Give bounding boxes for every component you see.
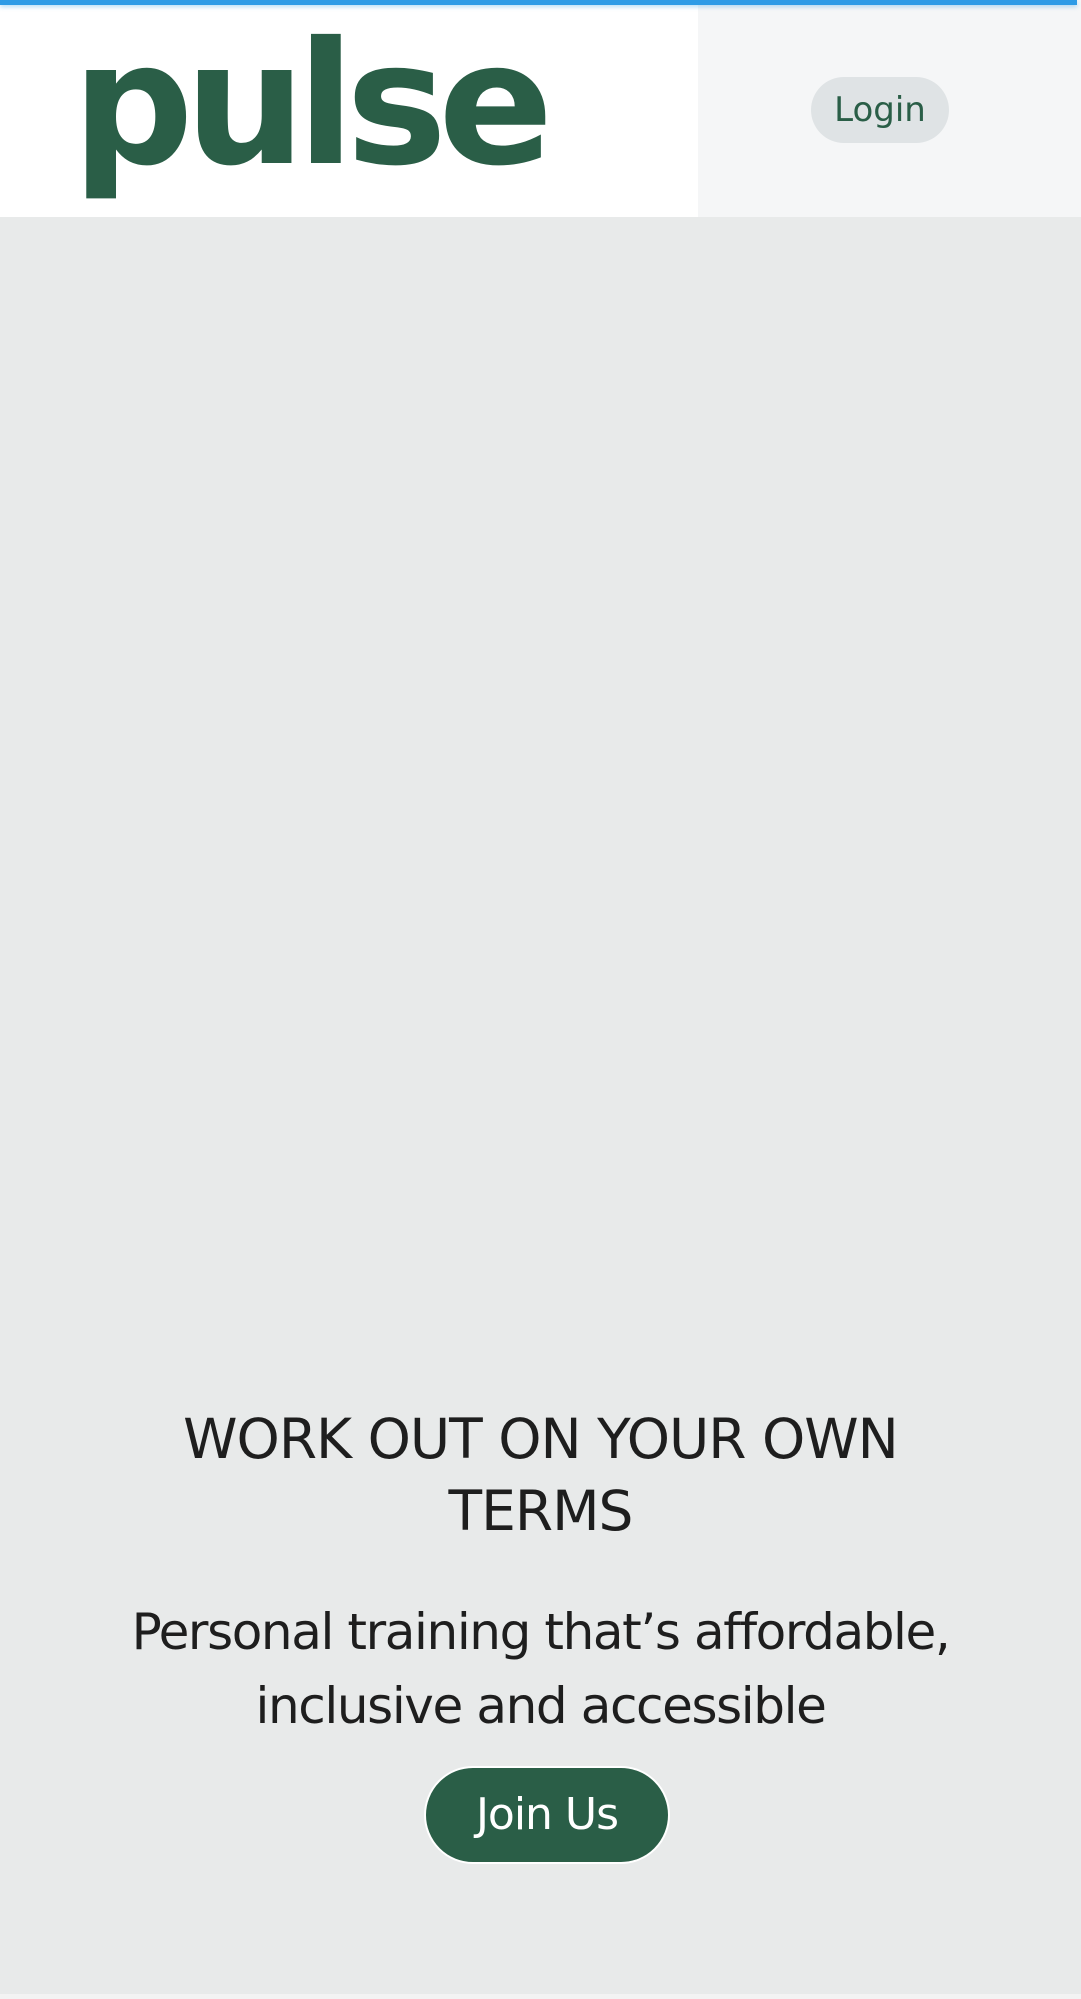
login-button[interactable]: Login [811, 77, 949, 143]
hero-title: WORK OUT ON YOUR OWN TERMS [183, 1407, 899, 1543]
header-logo-area: pulse [0, 0, 698, 217]
pulse-logo[interactable]: pulse [72, 10, 553, 200]
hero-subtitle: Personal training that’s affordable, inc… [131, 1603, 951, 1735]
page-bottom-edge [0, 1994, 1081, 1999]
join-us-button[interactable]: Join Us [424, 1766, 670, 1864]
page-loading-bar [0, 0, 1077, 5]
